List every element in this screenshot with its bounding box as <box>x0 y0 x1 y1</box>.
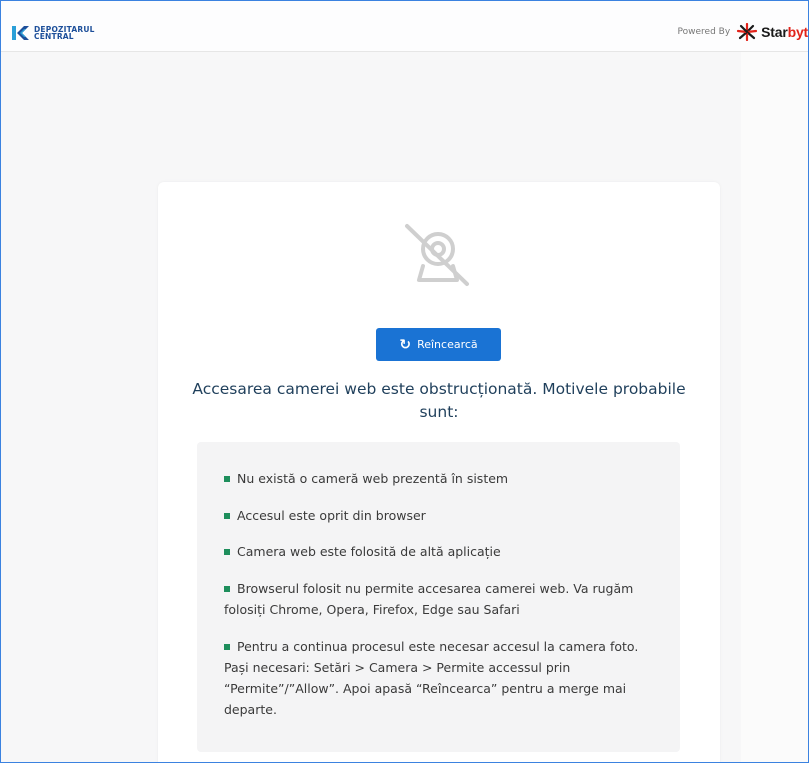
depozitarul-central-logo: DEPOZITARUL CENTRAL <box>12 25 95 41</box>
powered-by-label: Powered By <box>677 27 731 37</box>
error-heading: Accesarea camerei web este obstrucționat… <box>192 380 686 421</box>
webcam-off-icon <box>405 224 469 286</box>
reason-item: Camera web este folosită de altă aplicaț… <box>224 541 664 562</box>
logo-icon <box>12 26 29 40</box>
reasons-panel: Nu există o cameră web prezentă în siste… <box>197 442 680 752</box>
reason-text: Camera web este folosită de altă aplicaț… <box>237 544 501 559</box>
reason-item: Nu există o cameră web prezentă în siste… <box>224 468 664 489</box>
refresh-icon: ↻ <box>399 336 412 353</box>
camera-error-card: ↻ Reîncearcă Accesarea camerei web este … <box>158 182 720 762</box>
bullet-icon <box>224 476 230 482</box>
reason-text: Nu există o cameră web prezentă în siste… <box>237 471 509 486</box>
reason-text: Browserul folosit nu permite accesarea c… <box>224 581 634 617</box>
retry-label: Reîncearcă <box>417 338 478 351</box>
powered-by: Powered By Starbyt <box>678 23 808 41</box>
bullet-icon <box>224 644 230 650</box>
bullet-icon <box>224 513 230 519</box>
top-bar: DEPOZITARUL CENTRAL Powered By Starbyt <box>1 1 808 52</box>
starbyt-logo-icon <box>737 23 758 41</box>
app-frame: DEPOZITARUL CENTRAL Powered By Starbyt ↻… <box>0 0 809 763</box>
logo-line-2: CENTRAL <box>34 32 74 41</box>
bullet-icon <box>224 586 230 592</box>
reason-item: Browserul folosit nu permite accesarea c… <box>224 578 664 620</box>
bullet-icon <box>224 549 230 555</box>
reason-text: Accesul este oprit din browser <box>237 508 426 523</box>
brand-part-2: byt <box>787 24 808 40</box>
reason-text: Pentru a continua procesul este necesar … <box>224 639 639 717</box>
brand-part-1: Star <box>761 24 788 40</box>
retry-button[interactable]: ↻ Reîncearcă <box>376 328 501 361</box>
reason-item: Pentru a continua procesul este necesar … <box>224 636 664 720</box>
logo-text: DEPOZITARUL CENTRAL <box>34 26 95 41</box>
reason-item: Accesul este oprit din browser <box>224 505 664 526</box>
starbyt-wordmark: Starbyt <box>761 24 808 40</box>
right-gutter <box>741 52 808 762</box>
